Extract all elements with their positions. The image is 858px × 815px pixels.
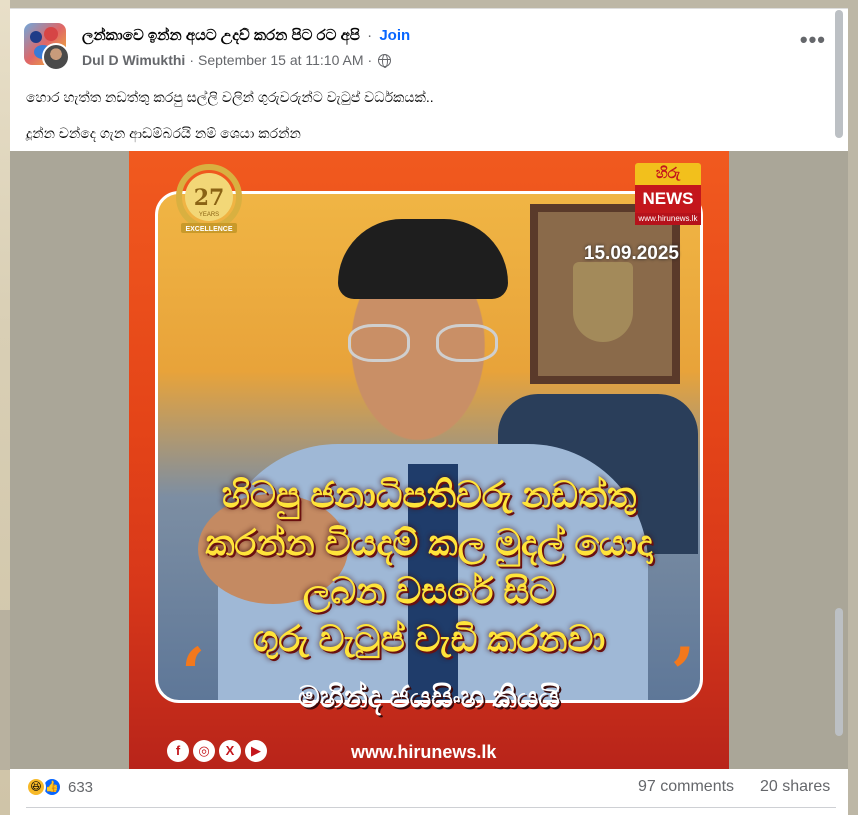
- image-footer: f ◎ X ▶ www.hirunews.lk: [129, 736, 729, 769]
- post-card: ලන්කාවෙ ඉන්න අයට උදව් කරන පිට රට අපි · J…: [10, 8, 848, 815]
- instagram-icon: ◎: [193, 740, 215, 762]
- divider: [26, 807, 836, 808]
- post-header: ලන්කාවෙ ඉන්න අයට උදව් කරන පිට රට අපි · J…: [10, 9, 848, 79]
- glasses: [348, 324, 498, 364]
- speaker-attribution: මහින්ද ජයසිංහ කියයි: [298, 681, 560, 714]
- social-icons: f ◎ X ▶: [167, 740, 267, 762]
- scrollbar-thumb[interactable]: [835, 10, 843, 138]
- reaction-count[interactable]: 633: [68, 779, 93, 796]
- facebook-icon: f: [167, 740, 189, 762]
- comments-count[interactable]: 97 comments: [638, 778, 734, 796]
- reactions-summary[interactable]: 😆 👍 633: [26, 777, 93, 797]
- youtube-icon: ▶: [245, 740, 267, 762]
- svg-text:YEARS: YEARS: [199, 212, 219, 218]
- svg-text:EXCELLENCE: EXCELLENCE: [185, 226, 232, 233]
- group-name-link[interactable]: ලන්කාවෙ ඉන්න අයට උදව් කරන පිට රට අපි: [82, 27, 360, 44]
- post-text-line: හොර හැත්ත නඩත්තු කරපු සල්ලි වලින් ගුරුවර…: [26, 89, 434, 105]
- post-text-line: දූන්න චන්දෙ ගැන ආඩම්බරයි නම් ශෙයා කරන්න: [26, 125, 301, 141]
- post-meta: Dul D Wimukthi · September 15 at 11:10 A…: [82, 52, 392, 68]
- image-headline: හිටපු ජනාධිපතිවරු නඩත්තු කරන්න වියදම් කල…: [155, 471, 703, 663]
- image-url: www.hirunews.lk: [351, 742, 497, 762]
- author-name[interactable]: Dul D Wimukthi: [82, 52, 185, 68]
- haha-icon: 😆: [26, 777, 46, 797]
- headline-line: ලබන වසරේ සිට: [302, 570, 556, 611]
- group-name-line: ලන්කාවෙ ඉන්න අයට උදව් කරන පිට රට අපි · J…: [82, 27, 410, 44]
- svg-text:27: 27: [194, 185, 225, 211]
- headline-line: කරන්න වියදම් කල මුදල් යොදා: [205, 522, 653, 563]
- image-date: 15.09.2025: [583, 243, 679, 264]
- hiru-news-logo: හිරු NEWS www.hirunews.lk: [635, 163, 701, 233]
- x-icon: X: [219, 740, 241, 762]
- post-text: හොර හැත්ත නඩත්තු කරපු සල්ලි වලින් ගුරුවර…: [26, 87, 434, 159]
- headline-line: ගුරු වැටුප් වැඩි කරනවා: [252, 618, 606, 659]
- person-hair: [338, 219, 508, 299]
- globe-icon[interactable]: [378, 53, 392, 68]
- scrollbar-thumb[interactable]: [835, 608, 843, 736]
- separator-dot: ·: [367, 27, 373, 44]
- post-timestamp[interactable]: September 15 at 11:10 AM: [198, 52, 364, 68]
- separator-dot: ·: [367, 52, 373, 68]
- shares-count[interactable]: 20 shares: [760, 778, 830, 796]
- join-button[interactable]: Join: [379, 27, 410, 44]
- more-options-icon[interactable]: •••: [800, 29, 826, 51]
- headline-line: හිටපු ජනාධිපතිවරු නඩත්තු: [221, 474, 637, 515]
- user-avatar[interactable]: [42, 43, 70, 71]
- separator-dot: ·: [189, 52, 194, 68]
- anniversary-badge: 27 YEARS EXCELLENCE: [176, 164, 242, 233]
- post-media[interactable]: 27 YEARS EXCELLENCE හිරු NEWS www.hirune…: [10, 151, 848, 769]
- news-image[interactable]: 27 YEARS EXCELLENCE හිරු NEWS www.hirune…: [129, 151, 729, 769]
